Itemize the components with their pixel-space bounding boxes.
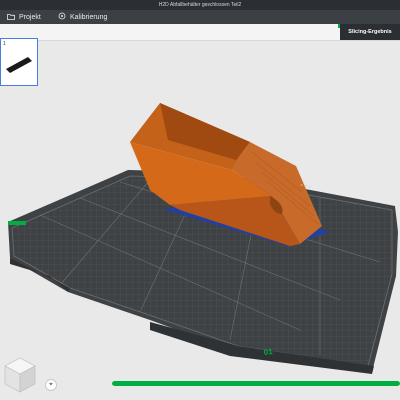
recenter-view-button[interactable]: ⌖	[45, 379, 57, 391]
title-bar: H2D Abfallbehälter geschlossen Teil2	[0, 0, 400, 10]
slicing-progress-bar	[112, 381, 400, 386]
calibration-tab[interactable]: Kalibrierung	[58, 10, 107, 24]
slicing-result-tab[interactable]: Slicing-Ergebnis	[340, 24, 400, 40]
calibration-label: Kalibrierung	[70, 13, 108, 21]
project-tab[interactable]: Projekt	[7, 10, 41, 24]
viewport-3d[interactable]: » » » 01	[0, 40, 400, 400]
target-icon	[58, 12, 66, 22]
project-label: Projekt	[19, 13, 41, 21]
folder-icon	[7, 13, 15, 22]
plate-thumbnail[interactable]: 1	[0, 38, 38, 86]
menu-bar: Projekt Kalibrierung	[0, 10, 400, 24]
bed-number-marker: 01	[263, 347, 273, 357]
plate-corner-marker	[8, 221, 26, 225]
crosshair-icon: ⌖	[49, 381, 53, 388]
window-title: H2D Abfallbehälter geschlossen Teil2	[158, 2, 242, 8]
slicing-progress-fill	[112, 381, 400, 386]
view-cube[interactable]	[0, 350, 40, 395]
